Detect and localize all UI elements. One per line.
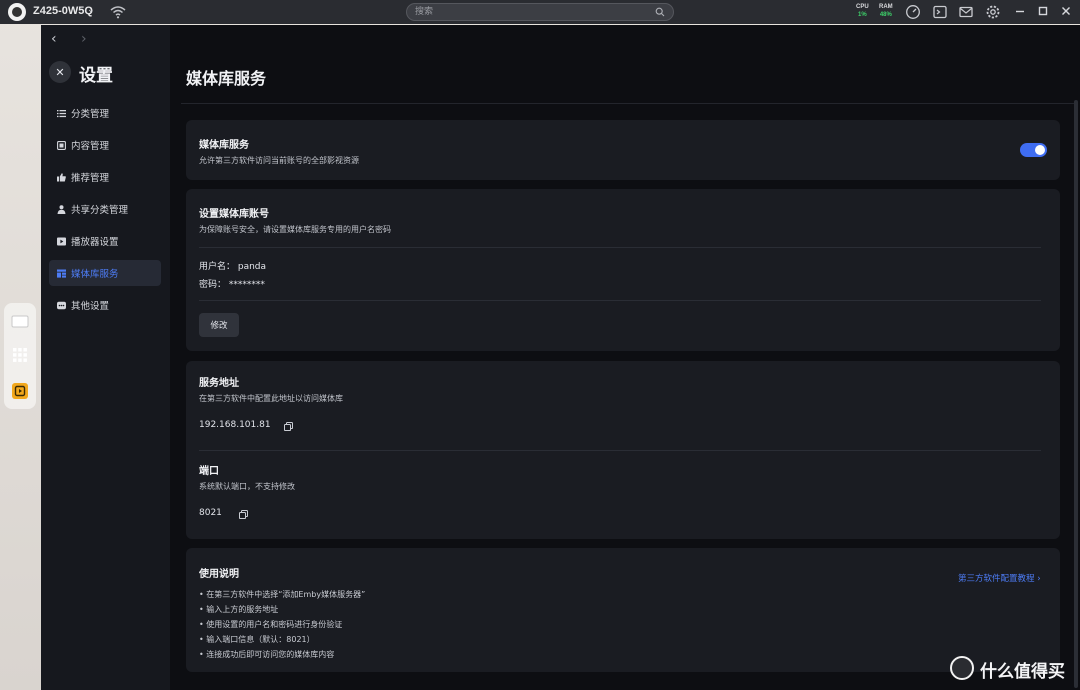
chevron-down-icon[interactable]: ⌄ [87, 5, 95, 15]
device-avatar[interactable] [8, 3, 26, 21]
mail-icon[interactable] [958, 4, 974, 20]
ram-value: 48% [879, 12, 892, 18]
password-line: 密码： ******** [199, 280, 265, 290]
page-title: 媒体库服务 [186, 69, 267, 88]
title-divider [181, 103, 1077, 104]
more-icon [57, 301, 66, 309]
edit-account-button[interactable]: 修改 [199, 313, 239, 337]
account-card: 设置媒体库账号 为保障账号安全，请设置媒体库服务专用的用户名密码 用户名： pa… [186, 189, 1060, 351]
sidebar-item-other[interactable]: 其他设置 [49, 292, 161, 318]
desktop-icon[interactable] [11, 313, 29, 331]
sidebar-item-label: 其他设置 [71, 301, 110, 312]
search-input[interactable] [415, 5, 645, 19]
terminal-icon[interactable] [932, 4, 948, 20]
watermark-logo [950, 656, 974, 680]
guide-step-text: 在第三方软件中选择“添加Emby媒体服务器” [206, 590, 366, 599]
gear-icon[interactable] [985, 4, 1001, 20]
guide-step: • 输入上方的服务地址 [199, 605, 279, 614]
close-settings-button[interactable]: ✕ [49, 61, 71, 83]
system-top-bar: Z425-0W5Q ⌄ CPU 1% RAM 48% [0, 0, 1080, 24]
close-icon: ✕ [55, 65, 65, 79]
guide-link[interactable]: 第三方软件配置教程 › [958, 572, 1041, 584]
sidebar-item-label: 推荐管理 [71, 173, 110, 184]
divider [199, 247, 1041, 248]
guide-title: 使用说明 [199, 569, 239, 580]
address-subtitle: 在第三方软件中配置此地址以访问媒体库 [199, 394, 343, 403]
cpu-value: 1% [858, 12, 867, 18]
settings-window: ‹ › ✕ 设置 分类管理 内容管理 推荐管理 共享分类管理 播放器设置 媒体库… [41, 25, 1080, 690]
wifi-icon[interactable] [110, 5, 126, 19]
sidebar-item-label: 播放器设置 [71, 237, 119, 248]
media-service-toggle[interactable] [1020, 143, 1047, 157]
sidebar-item-content[interactable]: 内容管理 [49, 132, 161, 158]
cpu-usage: CPU 1% [856, 3, 869, 19]
cpu-label: CPU [856, 4, 869, 10]
guide-step-text: 连接成功后即可访问您的媒体库内容 [206, 650, 335, 659]
account-card-title: 设置媒体库账号 [199, 209, 269, 220]
port-subtitle: 系统默认端口，不支持修改 [199, 482, 295, 491]
sidebar-item-shared-category[interactable]: 共享分类管理 [49, 196, 161, 222]
ram-usage: RAM 48% [879, 3, 893, 19]
forward-arrow-icon[interactable]: › [81, 31, 87, 47]
ram-label: RAM [879, 4, 893, 10]
media-app-icon[interactable] [11, 382, 29, 400]
port-title: 端口 [199, 466, 219, 477]
close-icon[interactable] [1059, 4, 1073, 18]
sidebar-item-label: 内容管理 [71, 141, 110, 152]
guide-step-text: 输入上方的服务地址 [206, 605, 279, 614]
search-icon[interactable] [655, 7, 665, 17]
guide-step-text: 输入端口信息（默认：8021） [206, 635, 315, 644]
username-line: 用户名： panda [199, 262, 267, 272]
sidebar-item-category[interactable]: 分类管理 [49, 100, 161, 126]
media-service-card: 媒体库服务 允许第三方软件访问当前账号的全部影视资源 [186, 120, 1060, 180]
guide-step-text: 使用设置的用户名和密码进行身份验证 [206, 620, 343, 629]
divider [199, 450, 1041, 451]
address-title: 服务地址 [199, 378, 239, 389]
sidebar-item-media-library[interactable]: 媒体库服务 [49, 260, 161, 286]
chevron-right-icon: › [1037, 574, 1041, 584]
watermark-text: 什么值得买 [980, 662, 1065, 682]
settings-sidebar: ‹ › ✕ 设置 分类管理 内容管理 推荐管理 共享分类管理 播放器设置 媒体库… [41, 25, 170, 690]
device-name[interactable]: Z425-0W5Q [33, 5, 93, 17]
sidebar-item-recommend[interactable]: 推荐管理 [49, 164, 161, 190]
global-search-box[interactable] [406, 3, 674, 21]
copy-port-icon[interactable] [239, 510, 248, 519]
app-grid-icon[interactable] [11, 346, 29, 364]
media-service-title: 媒体库服务 [199, 140, 249, 151]
port-value: 8021 [199, 508, 222, 518]
sidebar-item-player[interactable]: 播放器设置 [49, 228, 161, 254]
guide-step: • 在第三方软件中选择“添加Emby媒体服务器” [199, 590, 366, 599]
sidebar-item-label: 共享分类管理 [71, 205, 129, 216]
thumb-up-icon [57, 172, 66, 181]
guide-step: • 连接成功后即可访问您的媒体库内容 [199, 650, 335, 659]
address-value: 192.168.101.81 [199, 420, 271, 430]
sidebar-item-label: 媒体库服务 [71, 269, 119, 280]
share-icon [57, 204, 66, 214]
back-arrow-icon[interactable]: ‹ [51, 31, 57, 47]
play-icon [57, 237, 66, 245]
minimize-icon[interactable] [1013, 4, 1027, 18]
guide-link-label: 第三方软件配置教程 [958, 574, 1035, 584]
guide-step: • 使用设置的用户名和密码进行身份验证 [199, 620, 343, 629]
account-card-subtitle: 为保障账号安全，请设置媒体库服务专用的用户名密码 [199, 225, 391, 234]
media-library-icon [57, 269, 66, 278]
scrollbar[interactable] [1074, 100, 1078, 688]
list-icon [57, 109, 66, 117]
maximize-icon[interactable] [1036, 4, 1050, 18]
guide-step: • 输入端口信息（默认：8021） [199, 635, 315, 644]
sidebar-item-label: 分类管理 [71, 109, 110, 120]
settings-title: 设置 [79, 66, 113, 86]
divider [199, 300, 1041, 301]
usage-guide-card: 使用说明 第三方软件配置教程 › • 在第三方软件中选择“添加Emby媒体服务器… [186, 548, 1060, 672]
desktop-dock [4, 303, 36, 409]
speedometer-icon[interactable] [905, 4, 921, 20]
content-icon [57, 140, 66, 150]
media-service-subtitle: 允许第三方软件访问当前账号的全部影视资源 [199, 156, 359, 165]
service-address-card: 服务地址 在第三方软件中配置此地址以访问媒体库 192.168.101.81 端… [186, 361, 1060, 539]
copy-address-icon[interactable] [284, 422, 293, 431]
